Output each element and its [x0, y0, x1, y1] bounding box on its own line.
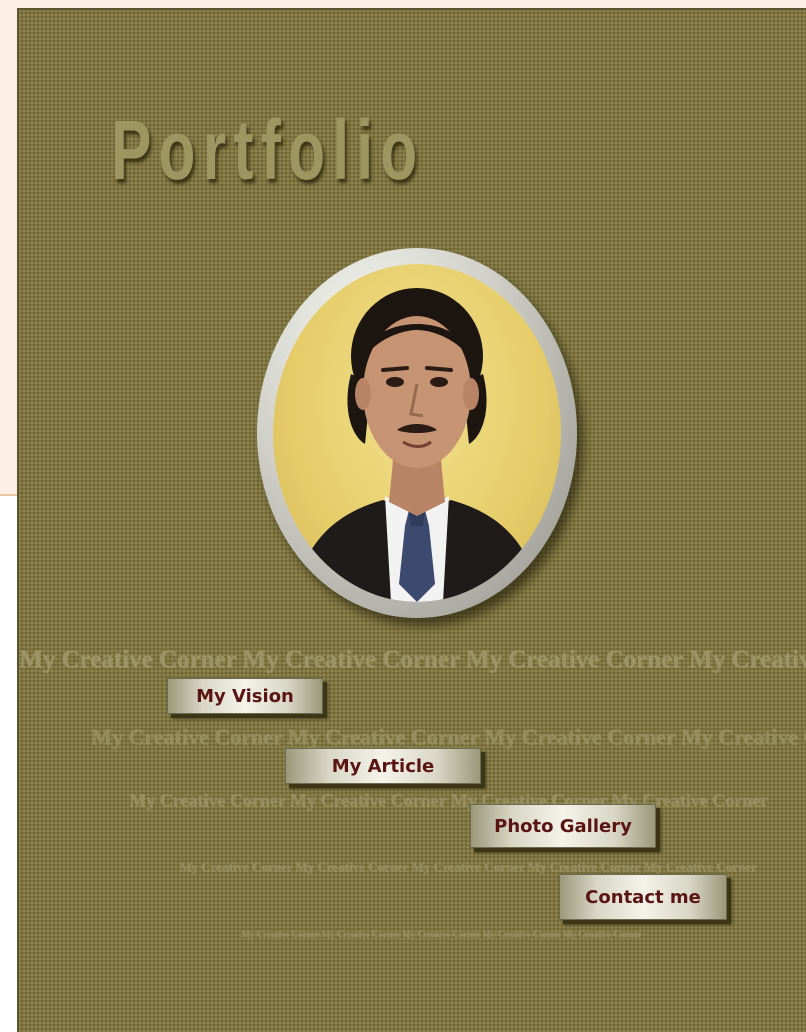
my-article-button[interactable]: My Article: [285, 748, 481, 784]
ticker-line: My Creative Corner My Creative Corner My…: [129, 790, 768, 810]
ticker-line: My Creative Corner My Creative Corner My…: [179, 859, 757, 874]
portfolio-panel: Portfolio My Creative Corner My Creative…: [17, 8, 806, 1032]
profile-photo: [273, 264, 561, 602]
ticker-line: My Creative Corner My Creative Corner My…: [91, 724, 806, 749]
portrait-frame: [257, 248, 577, 618]
page-title: Portfolio: [111, 103, 425, 197]
ticker-line: My Creative Corner My Creative Corner My…: [241, 929, 641, 939]
contact-me-button[interactable]: Contact me: [559, 874, 727, 920]
photo-gallery-button[interactable]: Photo Gallery: [470, 804, 656, 848]
portrait-illustration: [293, 288, 541, 602]
my-vision-button[interactable]: My Vision: [167, 678, 323, 714]
ticker-line: My Creative Corner My Creative Corner My…: [19, 646, 806, 673]
